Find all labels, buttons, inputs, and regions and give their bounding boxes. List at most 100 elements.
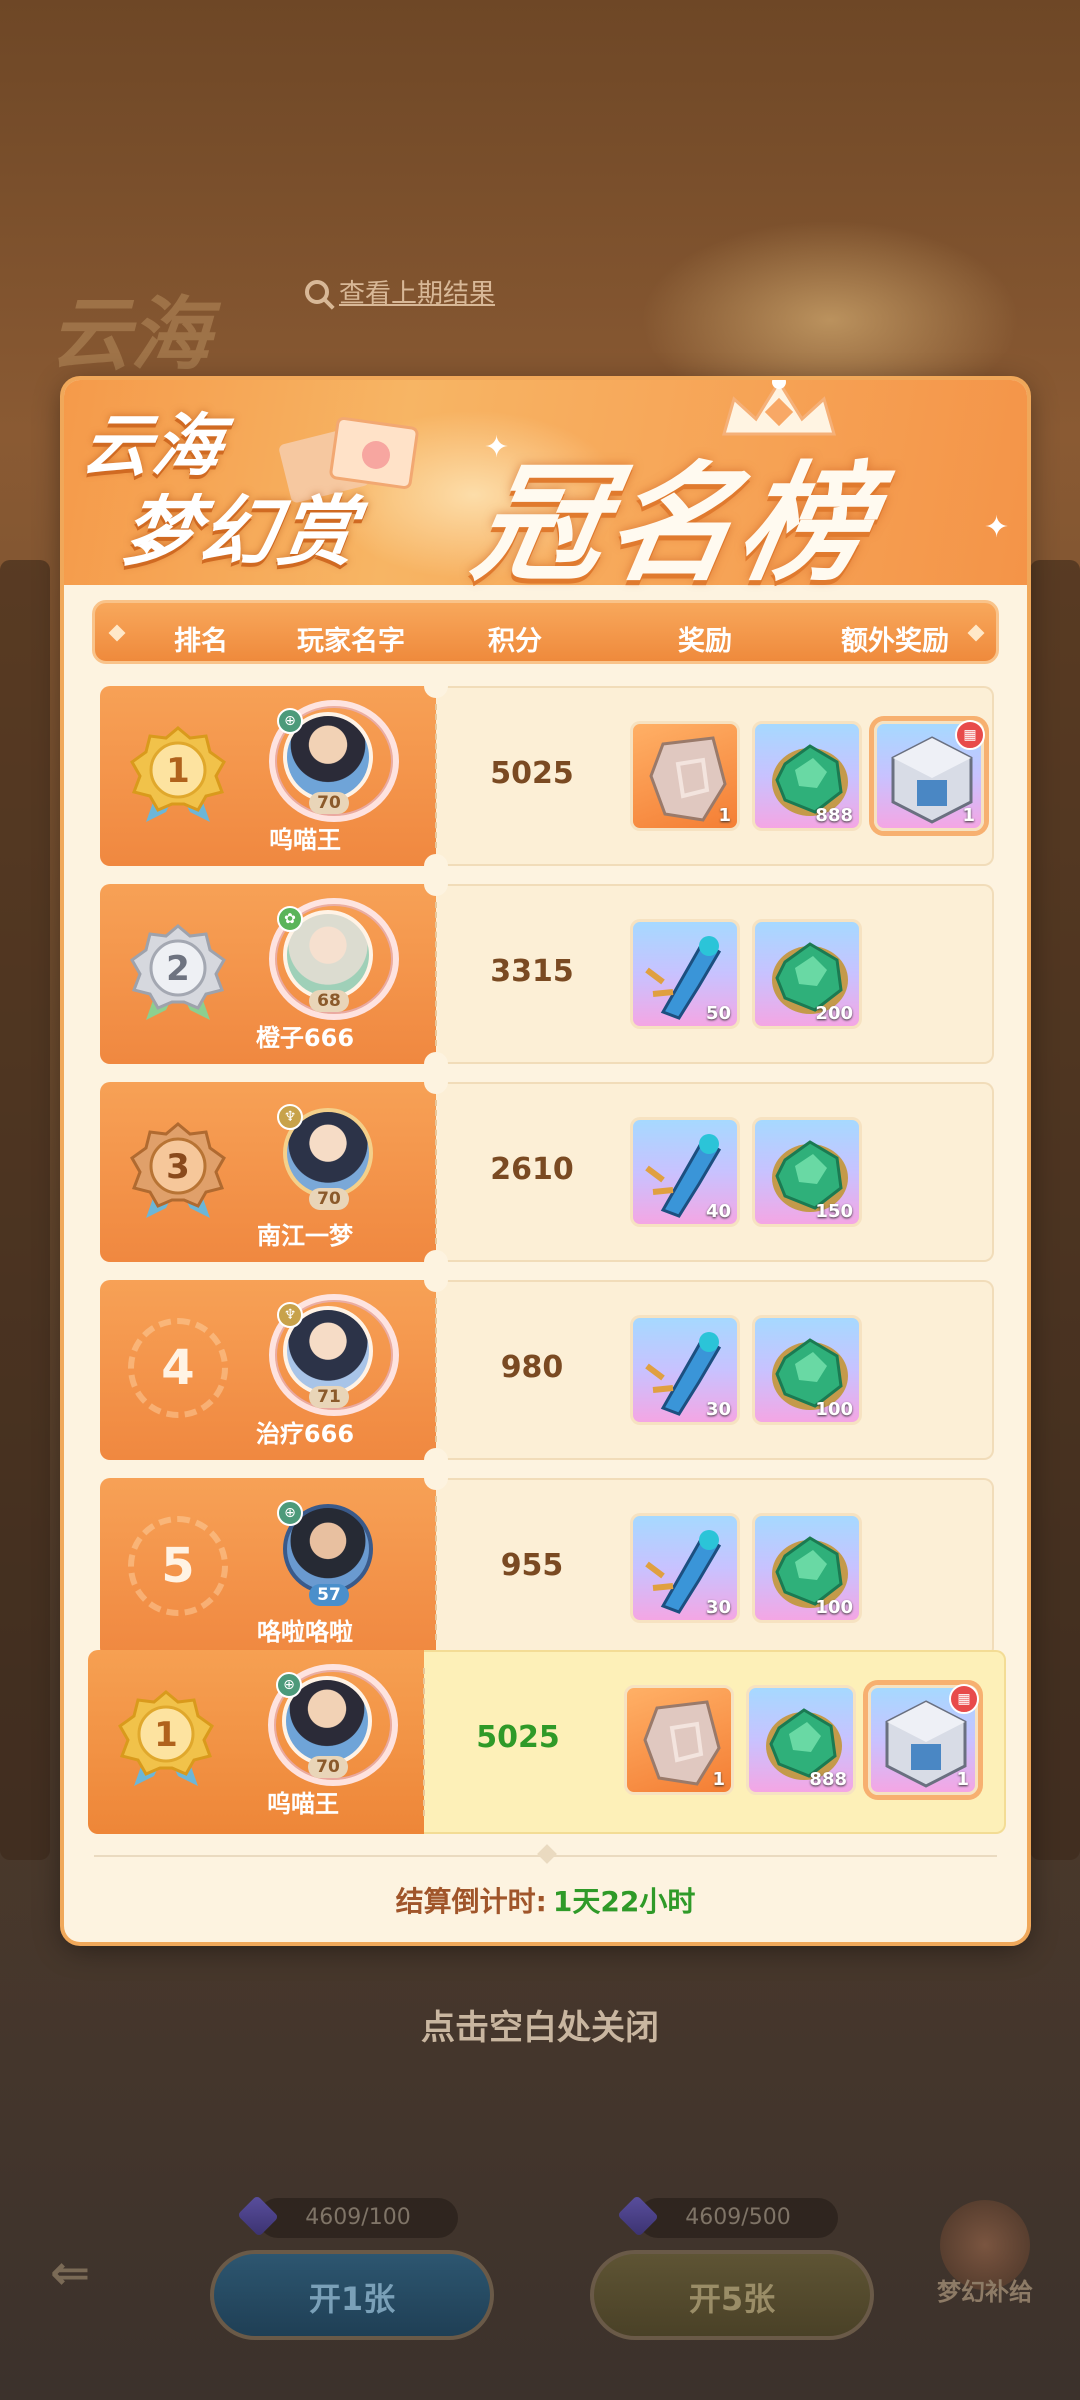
table-row[interactable]: 5 ⊕ 57 咯啦咯啦 955 30 100 bbox=[100, 1466, 994, 1658]
rank-number: 1 bbox=[166, 751, 190, 791]
ticket-counter-value: 4609/500 bbox=[685, 2205, 791, 2230]
rank-number: 3 bbox=[166, 1147, 190, 1187]
player-score: 2610 bbox=[490, 1152, 574, 1187]
reward-item[interactable]: 40 bbox=[630, 1117, 740, 1227]
table-row[interactable]: 3 ♆ 70 南江一梦 2610 40 150 bbox=[100, 1070, 994, 1274]
sparkle-icon: ✦ bbox=[484, 430, 510, 465]
avatar[interactable]: ⊕ 70 bbox=[268, 1664, 398, 1786]
ticket-gem-icon bbox=[617, 2195, 659, 2237]
reward-qty: 30 bbox=[705, 1597, 731, 1618]
level-badge: 70 bbox=[308, 1756, 348, 1778]
my-rank-row[interactable]: 1 ⊕ 70 呜喵王 5025 1 888 ▦ 1 bbox=[88, 1650, 1006, 1834]
diamond-icon bbox=[537, 1844, 557, 1864]
level-badge: 70 bbox=[309, 1188, 349, 1210]
table-header: 排名 玩家名字 积分 奖励 额外奖励 bbox=[92, 600, 999, 664]
avatar[interactable]: ♆ 70 bbox=[275, 1096, 381, 1214]
header-extra-reward: 额外奖励 bbox=[841, 626, 949, 657]
supply-label: 梦幻补给 bbox=[937, 2278, 1033, 2306]
open-5-button[interactable]: 开5张 bbox=[590, 2250, 874, 2340]
diamond-icon bbox=[108, 624, 126, 642]
header-rank: 排名 bbox=[174, 626, 228, 657]
player-score: 5025 bbox=[476, 1720, 560, 1755]
ticket-counter: 4609/100 bbox=[237, 2195, 458, 2238]
background-right-panel bbox=[1030, 560, 1080, 1860]
ticket-gem-icon bbox=[237, 2195, 279, 2237]
back-arrow-icon[interactable]: ⇐ bbox=[50, 2245, 90, 2301]
player-name: 咯啦咯啦 bbox=[257, 1618, 353, 1646]
class-badge-icon: ⊕ bbox=[277, 708, 303, 734]
gold-medal-icon: 1 bbox=[130, 726, 226, 822]
class-badge-icon: ⊕ bbox=[276, 1672, 302, 1698]
countdown-value: 1天22小时 bbox=[552, 1885, 696, 1918]
player-score: 5025 bbox=[490, 756, 574, 791]
player-score: 980 bbox=[500, 1350, 564, 1385]
reward-qty: 40 bbox=[705, 1201, 731, 1222]
reward-qty: 30 bbox=[705, 1399, 731, 1420]
background-left-panel bbox=[0, 560, 50, 1860]
reward-qty: 100 bbox=[815, 1399, 853, 1420]
rank-number: 2 bbox=[166, 949, 190, 989]
supply-button[interactable]: 梦幻补给 bbox=[930, 2200, 1040, 2307]
reward-qty: 1 bbox=[718, 805, 731, 826]
reward-item[interactable]: 1 bbox=[630, 721, 740, 831]
class-badge-icon: ♆ bbox=[277, 1302, 303, 1328]
player-score: 3315 bbox=[490, 954, 574, 989]
level-badge: 70 bbox=[309, 792, 349, 814]
rank-number: 1 bbox=[154, 1715, 178, 1755]
reward-item[interactable]: 100 bbox=[752, 1513, 862, 1623]
reward-qty: 888 bbox=[809, 1769, 847, 1790]
ticket-counter-value: 4609/100 bbox=[305, 2205, 411, 2230]
reward-item[interactable]: 888 bbox=[752, 721, 862, 831]
countdown-label: 结算倒计时: bbox=[395, 1885, 547, 1918]
reward-qty: 1 bbox=[962, 805, 975, 826]
player-score: 955 bbox=[500, 1548, 564, 1583]
table-row[interactable]: 4 ♆ 71 治疗666 980 30 100 bbox=[100, 1268, 994, 1472]
search-icon bbox=[305, 279, 329, 304]
open-1-button[interactable]: 开1张 bbox=[210, 2250, 494, 2340]
class-badge-icon: ✿ bbox=[277, 906, 303, 932]
player-name: 南江一梦 bbox=[257, 1222, 353, 1250]
class-badge-icon: ⊕ bbox=[277, 1500, 303, 1526]
reward-item[interactable]: 150 bbox=[752, 1117, 862, 1227]
header-player: 玩家名字 bbox=[297, 626, 405, 657]
extra-reward-item[interactable]: ▦ 1 bbox=[874, 720, 985, 831]
reward-qty: 888 bbox=[815, 805, 853, 826]
reward-item[interactable]: 50 bbox=[630, 919, 740, 1029]
leaderboard-panel: 云海 梦幻赏 冠名榜 ✦ ✦ ✦ 排名 玩家名字 积分 奖励 额外奖励 1 ⊕ … bbox=[64, 380, 1027, 1942]
reward-qty: 1 bbox=[956, 1769, 969, 1790]
sparkle-icon: ✦ bbox=[984, 510, 1010, 545]
level-badge: 57 bbox=[309, 1584, 349, 1606]
reward-item[interactable]: 200 bbox=[752, 919, 862, 1029]
gold-medal-icon: 1 bbox=[118, 1690, 214, 1786]
avatar[interactable]: ♆ 71 bbox=[269, 1294, 399, 1416]
background-title: 云海 bbox=[50, 288, 210, 381]
reward-item[interactable]: 888 bbox=[746, 1685, 856, 1795]
reward-qty: 200 bbox=[815, 1003, 853, 1024]
avatar[interactable]: ⊕ 57 bbox=[275, 1492, 381, 1610]
reward-qty: 150 bbox=[815, 1201, 853, 1222]
ticket-counter: 4609/500 bbox=[617, 2195, 838, 2238]
header-reward: 奖励 bbox=[678, 626, 732, 657]
avatar[interactable]: ✿ 68 bbox=[269, 898, 399, 1020]
reward-item[interactable]: 100 bbox=[752, 1315, 862, 1425]
reward-qty: 50 bbox=[705, 1003, 731, 1024]
leaderboard-banner: 云海 梦幻赏 冠名榜 ✦ ✦ ✦ bbox=[64, 380, 1027, 599]
reward-item[interactable]: 30 bbox=[630, 1315, 740, 1425]
silver-medal-icon: 2 bbox=[130, 924, 226, 1020]
table-row[interactable]: 1 ⊕ 70 呜喵王 5025 1 888 ▦ 1 bbox=[100, 674, 994, 878]
extra-reward-item[interactable]: ▦ 1 bbox=[868, 1684, 979, 1795]
close-hint[interactable]: 点击空白处关闭 bbox=[0, 2000, 1080, 2049]
reward-item[interactable]: 1 bbox=[624, 1685, 734, 1795]
avatar[interactable]: ⊕ 70 bbox=[269, 700, 399, 822]
table-row[interactable]: 2 ✿ 68 橙子666 3315 50 200 bbox=[100, 872, 994, 1076]
history-link[interactable]: 查看上期结果 bbox=[305, 273, 495, 310]
bronze-medal-icon: 3 bbox=[130, 1122, 226, 1218]
rank-number: 5 bbox=[128, 1516, 228, 1616]
level-badge: 71 bbox=[309, 1386, 349, 1408]
tag-icon: ▦ bbox=[955, 720, 985, 750]
reward-item[interactable]: 30 bbox=[630, 1513, 740, 1623]
player-name: 橙子666 bbox=[255, 1024, 355, 1052]
sparkle-icon: ✦ bbox=[134, 530, 160, 565]
tag-icon: ▦ bbox=[949, 1684, 979, 1714]
player-name: 呜喵王 bbox=[267, 1790, 339, 1818]
